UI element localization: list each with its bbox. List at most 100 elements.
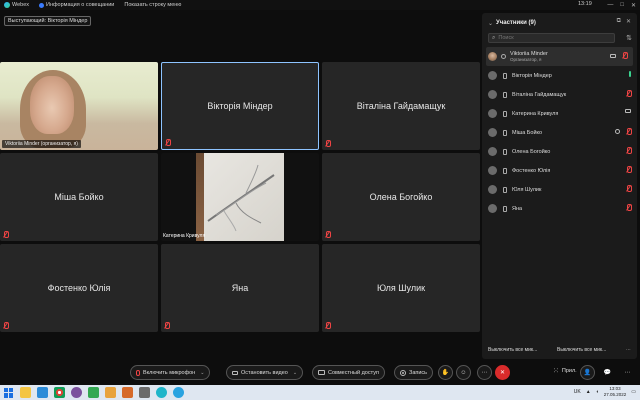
record-button[interactable]: Запись bbox=[394, 365, 434, 380]
toolbar-more-button[interactable]: ⋯ bbox=[620, 365, 635, 380]
windows-start-icon[interactable] bbox=[4, 387, 14, 398]
title-bar: Webex Информация о совещании Показать ст… bbox=[0, 0, 640, 10]
video-tile[interactable]: Вікторія Міндер bbox=[161, 62, 319, 150]
language-indicator[interactable]: UK bbox=[574, 389, 581, 395]
mic-off-icon bbox=[164, 322, 170, 329]
reactions-button[interactable]: ☺ bbox=[456, 365, 471, 380]
search-icon: ⌕ bbox=[492, 34, 496, 41]
camera-icon bbox=[625, 109, 631, 113]
participant-role: Организатор, я bbox=[510, 57, 542, 62]
participant-row[interactable]: Вікторія Міндер bbox=[482, 66, 637, 85]
app-logo[interactable]: Webex bbox=[4, 2, 29, 8]
avatar bbox=[488, 166, 497, 175]
video-tile[interactable]: Юля Шулик bbox=[322, 244, 480, 332]
tile-label: Катерина Кривуля bbox=[163, 233, 206, 239]
meeting-time: 13:19 bbox=[578, 1, 592, 7]
video-tile[interactable]: Фостенко Юлія bbox=[0, 244, 158, 332]
sketch-image bbox=[207, 164, 275, 232]
participant-row[interactable]: Олена Богойко bbox=[482, 142, 637, 161]
video-tile[interactable]: Віталіна Гайдамащук bbox=[322, 62, 480, 150]
participant-row[interactable]: Яна bbox=[482, 199, 637, 218]
unmute-all-button[interactable]: Выключить все мик... bbox=[557, 347, 606, 353]
participant-search[interactable]: ⌕ bbox=[488, 33, 615, 43]
wifi-icon[interactable]: ▲ bbox=[586, 389, 591, 395]
mic-off-icon[interactable] bbox=[626, 185, 632, 192]
video-tile-self[interactable]: Viktoriia Minder (организатор, я) bbox=[0, 62, 158, 150]
phone-icon bbox=[503, 91, 507, 98]
share-icon bbox=[318, 370, 325, 375]
participant-row[interactable]: Міша Бойко bbox=[482, 123, 637, 142]
video-tile[interactable]: Яна bbox=[161, 244, 319, 332]
mic-off-icon[interactable] bbox=[626, 128, 632, 135]
tile-name: Фостенко Юлія bbox=[47, 283, 111, 293]
taskbar-app-icon[interactable] bbox=[122, 387, 133, 398]
taskbar-app-icon[interactable] bbox=[37, 387, 48, 398]
apps-icon: ⁙ bbox=[553, 368, 559, 375]
video-tile[interactable]: Олена Богойко bbox=[322, 153, 480, 241]
video-tile-shared[interactable]: Катерина Кривуля bbox=[161, 153, 319, 241]
mic-on-icon[interactable] bbox=[629, 71, 631, 77]
chevron-down-icon[interactable]: ⌄ bbox=[488, 20, 493, 27]
window-controls: — □ ✕ bbox=[607, 0, 636, 10]
participant-row[interactable]: Віталіна Гайдамащук bbox=[482, 85, 637, 104]
more-options-icon[interactable]: ⋯ bbox=[626, 347, 631, 353]
mute-all-button[interactable]: Выключить все мик... bbox=[488, 347, 537, 353]
leave-meeting-button[interactable]: ✕ bbox=[495, 365, 510, 380]
unmute-label: Включить микрофон bbox=[143, 369, 196, 376]
participant-row[interactable]: Фостенко Юлія bbox=[482, 161, 637, 180]
participant-row[interactable]: Юля Шулик bbox=[482, 180, 637, 199]
search-input[interactable] bbox=[498, 35, 609, 41]
notifications-icon[interactable]: ▭ bbox=[631, 389, 636, 395]
phone-icon bbox=[503, 148, 507, 155]
raise-hand-button[interactable]: ✋ bbox=[438, 365, 453, 380]
hand-icon: ✋ bbox=[441, 370, 450, 376]
tile-name: Міша Бойко bbox=[54, 192, 104, 202]
chevron-down-icon[interactable]: ⌄ bbox=[200, 370, 204, 376]
mic-off-icon[interactable] bbox=[626, 147, 632, 154]
close-panel-icon[interactable]: ✕ bbox=[626, 18, 631, 25]
video-tile[interactable]: Міша Бойко bbox=[0, 153, 158, 241]
volume-icon[interactable]: ◖ bbox=[596, 389, 599, 395]
mic-off-icon bbox=[3, 322, 9, 329]
participant-name: Олена Богойко bbox=[512, 148, 551, 155]
minimize-icon[interactable]: — bbox=[607, 2, 613, 8]
active-speaker-label: Выступающий: Вікторія Міндер bbox=[4, 16, 92, 26]
sort-icon[interactable]: ⇅ bbox=[626, 34, 632, 42]
phone-icon bbox=[503, 186, 507, 193]
participants-button[interactable]: 👤 bbox=[580, 365, 595, 380]
viber-icon[interactable] bbox=[71, 387, 82, 398]
more-button[interactable]: ⋯ bbox=[477, 365, 492, 380]
stop-video-button[interactable]: Остановить видео ⌄ bbox=[226, 365, 304, 380]
share-button[interactable]: Совместный доступ bbox=[312, 365, 385, 380]
meeting-info-button[interactable]: Информация о совещании bbox=[39, 2, 114, 8]
participant-row[interactable]: Катерина Кривуля bbox=[482, 104, 637, 123]
webex-taskbar-icon[interactable] bbox=[156, 387, 167, 398]
record-icon bbox=[400, 369, 406, 376]
mic-off-icon[interactable] bbox=[626, 204, 632, 211]
telegram-icon[interactable] bbox=[173, 387, 184, 398]
avatar bbox=[488, 185, 497, 194]
mic-off-icon[interactable] bbox=[626, 166, 632, 173]
clock[interactable]: 13:03 27.05.2022 bbox=[604, 386, 627, 398]
close-icon[interactable]: ✕ bbox=[631, 2, 636, 9]
maximize-icon[interactable]: □ bbox=[620, 2, 624, 8]
video-grid: Viktoriia Minder (организатор, я) Віктор… bbox=[0, 62, 480, 334]
mic-off-icon[interactable] bbox=[622, 52, 628, 59]
popout-icon[interactable]: ⧉ bbox=[617, 18, 621, 25]
taskbar-app-icon[interactable] bbox=[139, 387, 150, 398]
unmute-button[interactable]: Включить микрофон ⌄ bbox=[130, 365, 211, 380]
tile-name: Вікторія Міндер bbox=[207, 101, 273, 111]
taskbar-app-icon[interactable] bbox=[88, 387, 99, 398]
mic-off-icon[interactable] bbox=[626, 90, 632, 97]
show-menu-bar-button[interactable]: Показать строку меню bbox=[124, 2, 181, 8]
participant-row-host[interactable]: Viktoriia Minder Организатор, я bbox=[486, 47, 633, 66]
explorer-icon[interactable] bbox=[20, 387, 31, 398]
apps-button[interactable]: ⁙ Прил. bbox=[553, 367, 577, 375]
chevron-down-icon[interactable]: ⌄ bbox=[293, 370, 297, 376]
chrome-icon[interactable] bbox=[54, 387, 65, 398]
record-label: Запись bbox=[409, 369, 428, 376]
chat-button[interactable]: 💬 bbox=[600, 365, 615, 380]
stop-video-label: Остановить видео bbox=[241, 369, 288, 376]
taskbar-app-icon[interactable] bbox=[105, 387, 116, 398]
chat-icon[interactable] bbox=[615, 129, 620, 134]
